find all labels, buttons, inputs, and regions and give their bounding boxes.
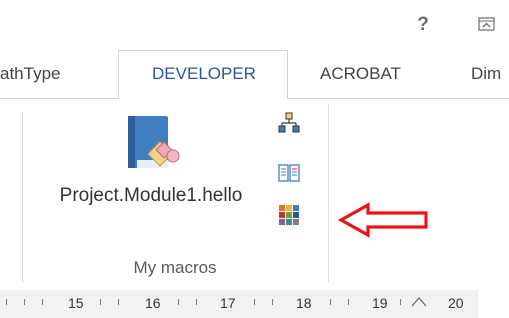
vba-macro-icon (126, 114, 184, 178)
ruler-tick (348, 299, 349, 305)
ribbon-separator-right (328, 104, 329, 282)
help-button[interactable]: ? (414, 14, 432, 36)
macro-button-label: Project.Module1.hello (59, 185, 243, 206)
color-grid-icon[interactable] (278, 204, 300, 226)
ruler-number: 20 (448, 295, 464, 311)
ribbon-separator-left (22, 112, 23, 282)
book-icon[interactable] (278, 162, 300, 184)
ruler-number: 17 (220, 295, 236, 311)
restore-ribbon-icon[interactable] (478, 16, 496, 32)
ruler-tick (100, 299, 101, 305)
ruler-tick (254, 299, 255, 305)
ruler-number: 15 (68, 295, 84, 311)
ruler-number: 19 (372, 295, 388, 311)
ruler-tick (24, 299, 25, 305)
ruler[interactable]: 15 16 17 18 19 20 (0, 290, 478, 318)
ruler-tick (42, 299, 43, 305)
indent-marker-icon[interactable] (410, 292, 428, 310)
ruler-tick (178, 299, 179, 305)
tab-acrobat[interactable]: ACROBAT (320, 62, 401, 86)
ruler-number: 18 (296, 295, 312, 311)
org-chart-icon[interactable] (278, 112, 300, 134)
ruler-tick (272, 299, 273, 305)
ruler-tick (118, 299, 119, 305)
tab-developer[interactable]: DEVELOPER (118, 50, 288, 99)
annotation-arrow-icon (337, 202, 430, 238)
ruler-tick (330, 299, 331, 305)
ruler-tick (400, 299, 401, 305)
tab-developer-label: DEVELOPER (152, 64, 256, 83)
ruler-tick (196, 299, 197, 305)
group-label-my-macros: My macros (133, 258, 217, 277)
macro-button[interactable]: Project.Module1.hello (30, 108, 272, 216)
ruler-tick (6, 299, 7, 305)
tab-dim[interactable]: Dim (471, 62, 501, 86)
tab-mathtype[interactable]: athType (0, 62, 61, 86)
ruler-number: 16 (145, 295, 161, 311)
